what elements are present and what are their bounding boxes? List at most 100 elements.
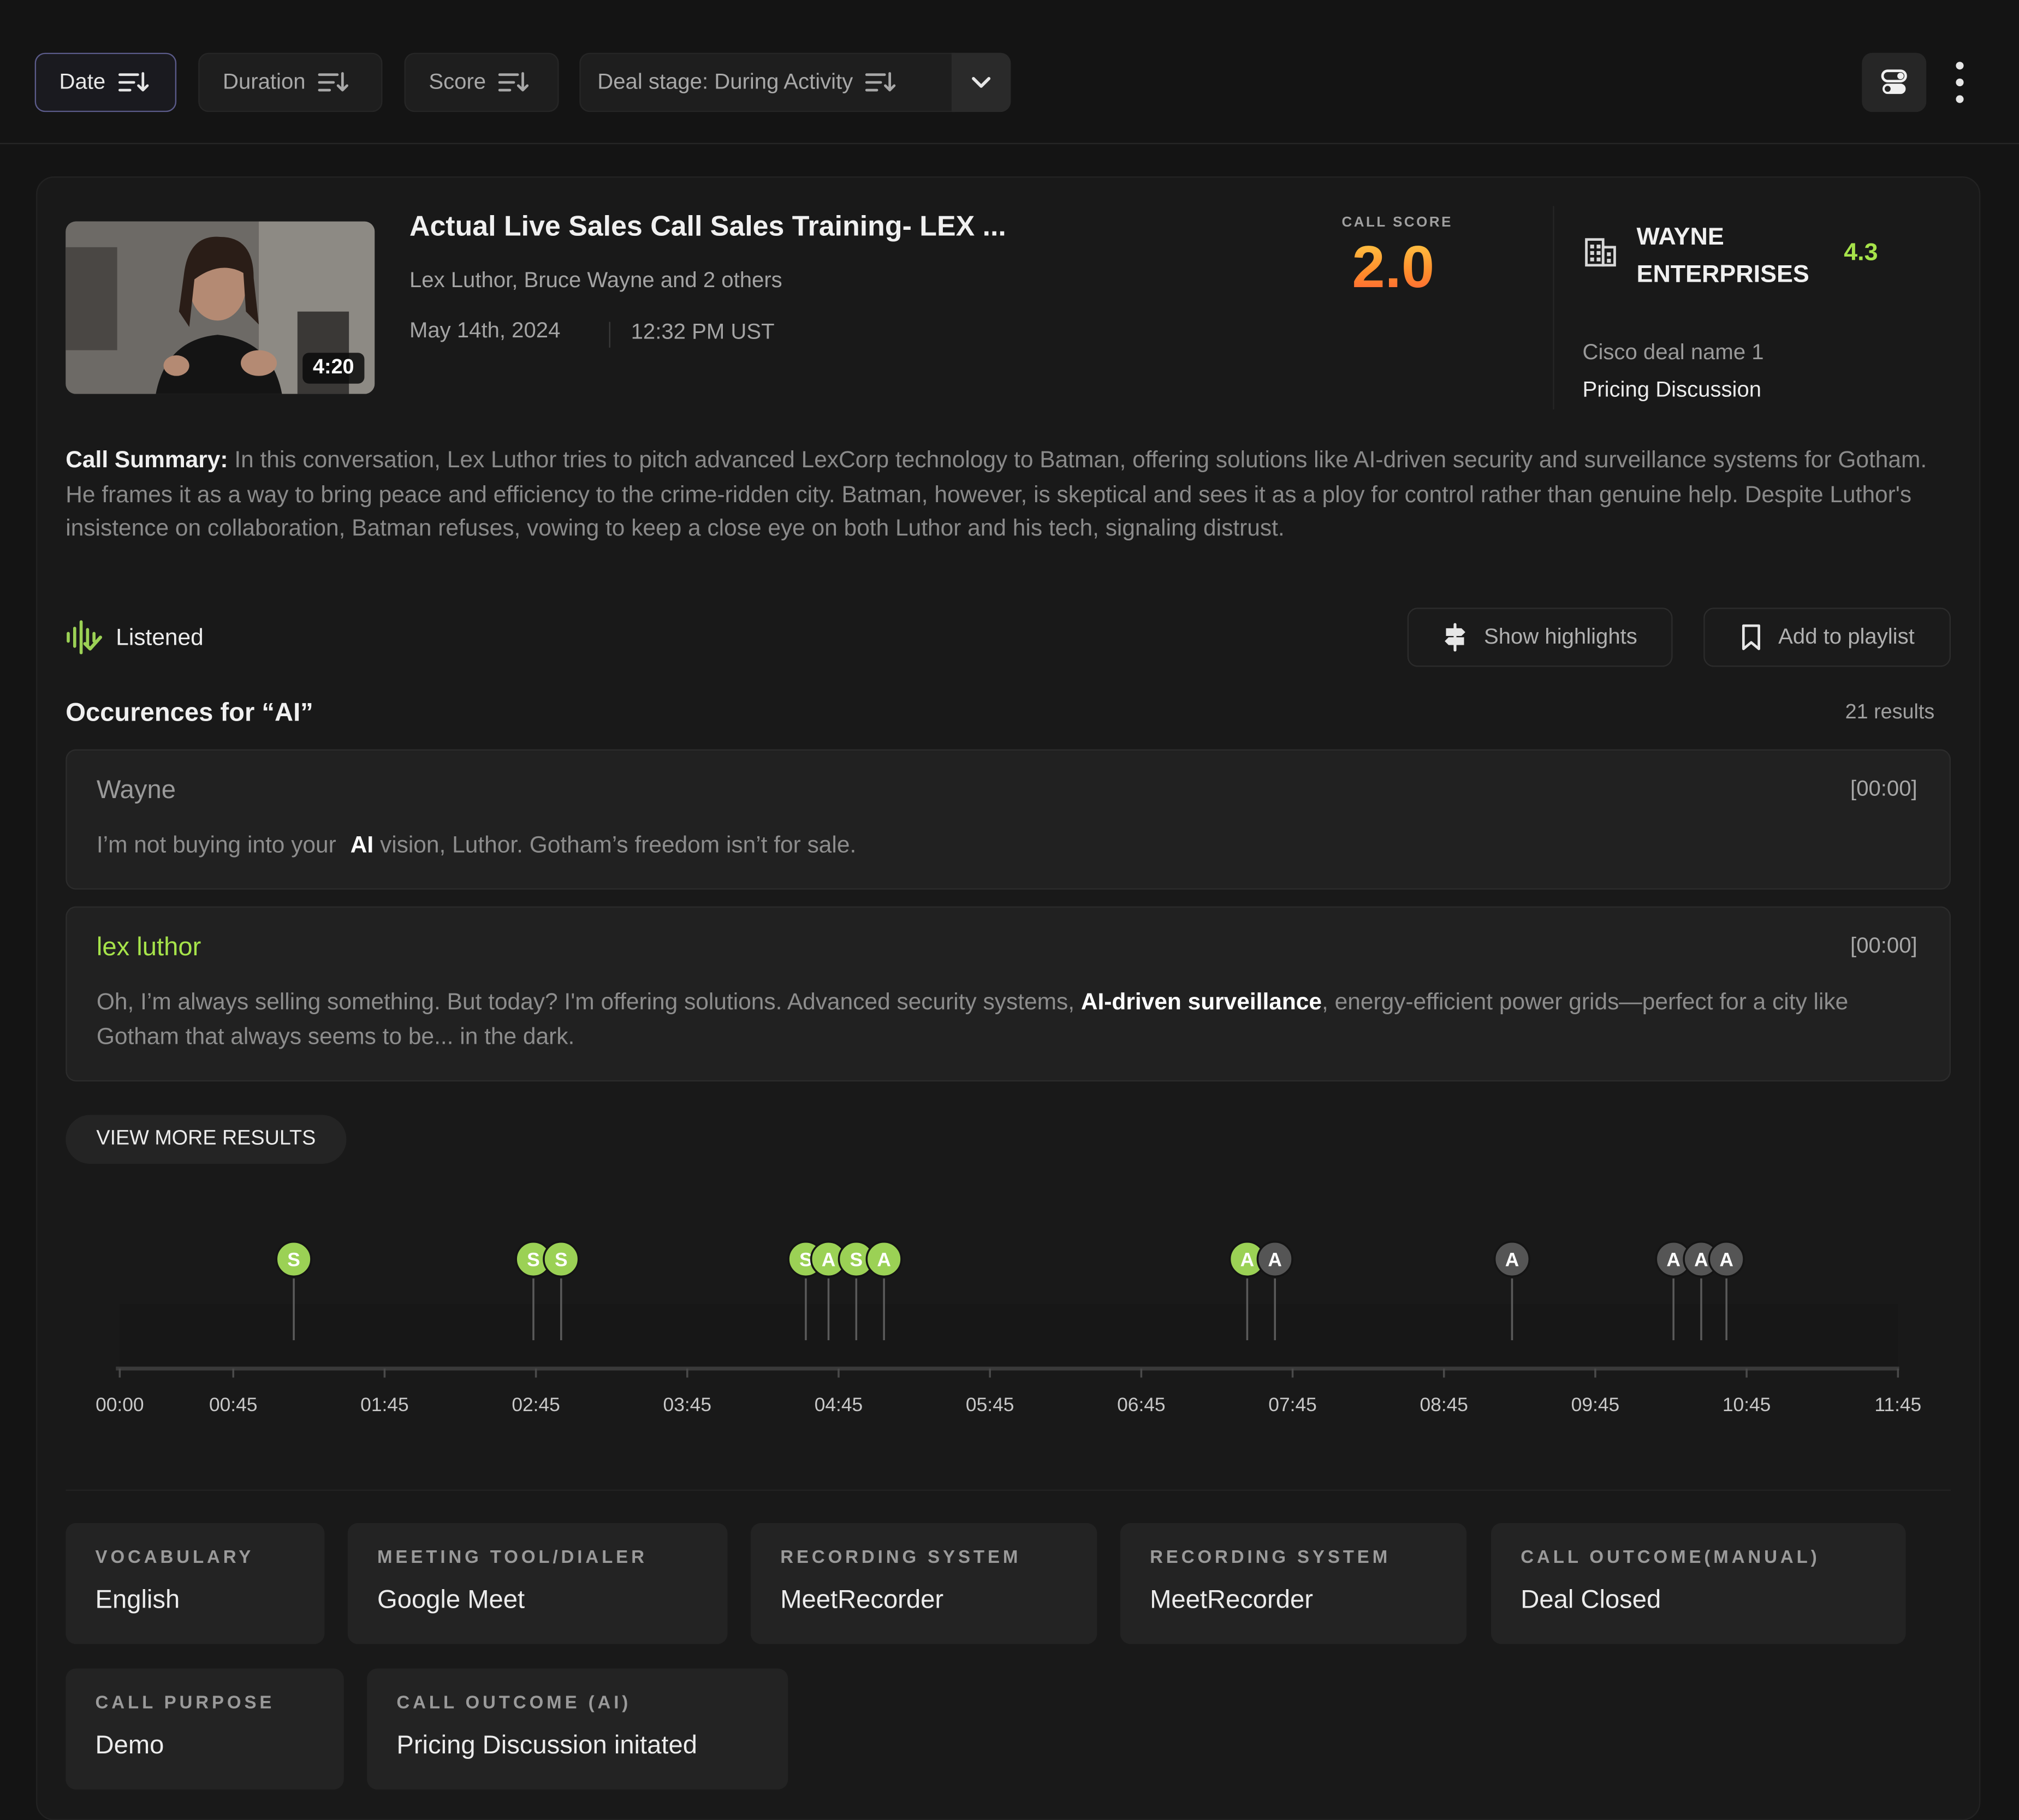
video-duration-badge: 4:20 [302,353,365,384]
meta-label: MEETING TOOL/DIALER [377,1546,648,1567]
soundwave-icon [67,620,103,655]
date-sort-button[interactable]: Date [34,52,177,112]
occurrence-marker-label: S [555,1250,568,1271]
occurrence-marker-label: A [1268,1250,1282,1271]
call-date: May 14th, 2024 [409,318,561,343]
snippet-text: Oh, I’m always selling something. But to… [97,985,1872,1054]
speaker-name: lex luthor [96,933,201,962]
timeline-tick-label: 00:45 [209,1394,257,1415]
duration-sort-label: Duration [223,69,306,94]
occurrence-marker-label: A [1505,1250,1519,1271]
timeline-tick-label: 00:00 [96,1394,144,1415]
timeline-tick-label: 02:45 [512,1394,560,1415]
timeline-tick-label: 11:45 [1874,1394,1921,1415]
occurrence-marker-label: A [1240,1250,1255,1271]
company-name[interactable]: WAYNE ENTERPRISES [1637,219,1843,294]
signpost-icon [1445,623,1466,652]
call-summary: Call Summary: In this conversation, Lex … [66,443,1951,545]
snippet-text: I’m not buying into your AI vision, Luth… [97,828,1872,863]
meta-label: RECORDING SYSTEM [780,1546,1022,1567]
add-to-playlist-button[interactable]: Add to playlist [1703,608,1951,667]
call-thumbnail[interactable]: 4:20 [66,221,375,394]
meta-value: Google Meet [377,1586,525,1615]
meta-label: CALL PURPOSE [95,1691,275,1712]
snippet-keyword: AI [350,831,374,858]
occurrences-count: 21 results [1845,701,1935,724]
snippet-text-before: I’m not buying into your [96,831,343,858]
snippet-timestamp[interactable]: [00:00] [1850,933,1917,959]
meta-value: English [95,1586,180,1615]
deal-stage-filter-button[interactable]: Deal stage: During Activity [579,52,955,112]
call-title[interactable]: Actual Live Sales Call Sales Training- L… [409,210,1006,243]
company-rating: 4.3 [1844,239,1878,267]
call-time: 12:32 PM UST [631,319,775,344]
call-summary-label: Call Summary: [66,447,228,473]
meta-tile-vocabulary: VOCABULARY English [66,1523,325,1644]
timeline-tick-label: 10:45 [1723,1394,1771,1415]
timeline-tick-label: 07:45 [1268,1394,1317,1415]
listened-label: Listened [116,623,204,650]
view-settings-button[interactable] [1862,52,1927,112]
vertical-divider [1553,206,1554,409]
chevron-down-icon [972,77,991,88]
duration-sort-button[interactable]: Duration [198,52,383,112]
snippet-timestamp[interactable]: [00:00] [1850,776,1917,802]
view-more-results-button[interactable]: VIEW MORE RESULTS [66,1115,347,1164]
deal-name: Cisco deal name 1 [1582,340,1764,365]
add-to-playlist-label: Add to playlist [1778,624,1915,649]
sort-icon [498,72,530,92]
meta-value: Demo [95,1732,164,1760]
score-sort-label: Score [429,69,486,94]
deal-stage-filter-label: Deal stage: During Activity [597,69,853,94]
score-sort-button[interactable]: Score [404,52,559,112]
meta-tile-call-outcome-ai: CALL OUTCOME (AI) Pricing Discussion ini… [367,1668,788,1790]
occurrence-marker-label: S [527,1250,540,1271]
timeline-tick-label: 09:45 [1571,1394,1620,1415]
transcript-snippet[interactable]: lex luthor [00:00] Oh, I’m always sellin… [66,906,1951,1082]
occurrence-marker-label: S [287,1250,300,1271]
occurrence-marker-label: A [877,1250,891,1271]
snippet-text-after: vision, Luthor. Gotham’s freedom isn’t f… [373,831,857,858]
occurrence-marker-label: A [1666,1250,1680,1271]
timeline-tick-label: 06:45 [1117,1394,1166,1415]
meta-tile-recording-system: RECORDING SYSTEM MeetRecorder [750,1523,1097,1644]
meta-tile-recording-system: RECORDING SYSTEM MeetRecorder [1120,1523,1467,1644]
sort-icon [318,72,349,92]
deal-stage-dropdown-button[interactable] [951,52,1011,112]
call-summary-text: In this conversation, Lex Luthor tries t… [66,447,1927,541]
meta-label: CALL OUTCOME (AI) [396,1691,632,1712]
section-divider [66,1489,1951,1491]
occurrence-marker-label: A [1694,1250,1708,1271]
occurrence-timeline[interactable]: 00:00 00:45 01:45 02:45 03:45 04:45 05:45 06:45… [0,1229,2019,1435]
call-participants: Lex Luthor, Bruce Wayne and 2 others [409,267,782,293]
sort-icon [865,72,896,92]
timeline-tick-label: 05:45 [966,1394,1014,1415]
meta-value: MeetRecorder [780,1586,944,1615]
toggle-settings-icon [1881,69,1907,94]
timeline-tick-label: 03:45 [663,1394,712,1415]
meta-tile-call-outcome-manual: CALL OUTCOME(MANUAL) Deal Closed [1491,1523,1906,1644]
occurrence-marker-label: S [850,1250,863,1271]
meta-label: CALL OUTCOME(MANUAL) [1521,1546,1820,1567]
timeline-tick-label: 08:45 [1420,1394,1468,1415]
occurrence-marker-label: A [1719,1250,1733,1271]
meta-tile-call-purpose: CALL PURPOSE Demo [66,1668,344,1790]
meta-label: RECORDING SYSTEM [1150,1546,1391,1567]
timeline-band [120,1304,1898,1369]
building-icon [1585,238,1616,267]
filter-bar: Date Duration Score Deal stage: During A… [0,0,2019,145]
meta-value: MeetRecorder [1150,1586,1313,1615]
date-sort-label: Date [59,69,106,94]
transcript-snippet[interactable]: Wayne [00:00] I’m not buying into your A… [66,749,1951,890]
more-options-icon[interactable] [1947,62,1973,103]
call-score-label: CALL SCORE [1341,215,1453,231]
meta-tile-meeting-tool: MEETING TOOL/DIALER Google Meet [347,1523,728,1644]
snippet-keyword: AI-driven surveillance [1080,989,1322,1015]
speaker-name: Wayne [96,776,176,805]
meta-value: Pricing Discussion initated [396,1732,697,1760]
show-highlights-label: Show highlights [1483,624,1637,649]
show-highlights-button[interactable]: Show highlights [1407,608,1673,667]
date-time-divider [609,322,610,348]
listened-status: Listened [64,618,204,657]
occurrences-title: Occurences for “AI” [66,699,313,728]
